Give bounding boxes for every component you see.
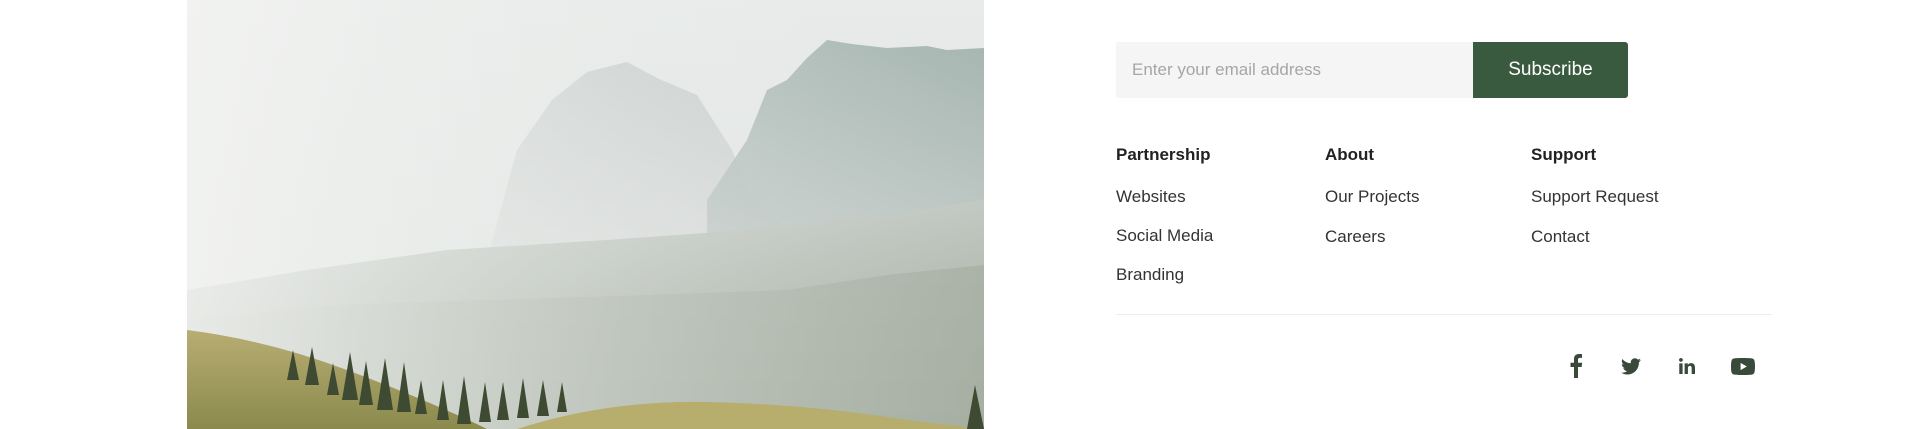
link-contact[interactable]: Contact	[1531, 227, 1590, 246]
social-links	[1560, 350, 1780, 382]
footer-column-support: Support Support Request Contact	[1531, 145, 1659, 267]
list-item: Careers	[1325, 227, 1419, 247]
facebook-icon[interactable]	[1560, 350, 1592, 382]
link-our-projects[interactable]: Our Projects	[1325, 187, 1419, 206]
column-title: Partnership	[1116, 145, 1211, 164]
link-branding[interactable]: Branding	[1116, 265, 1184, 284]
footer-divider	[1116, 314, 1772, 315]
list-item: Branding	[1116, 265, 1213, 285]
link-websites[interactable]: Websites	[1116, 187, 1186, 206]
email-input[interactable]	[1116, 42, 1473, 98]
youtube-icon[interactable]	[1727, 350, 1759, 382]
column-title: About	[1325, 145, 1375, 164]
column-title: Support	[1531, 145, 1597, 164]
mountain-landscape-image	[187, 0, 984, 429]
list-item: Websites	[1116, 187, 1213, 207]
list-item: Our Projects	[1325, 187, 1419, 207]
link-social-media[interactable]: Social Media	[1116, 226, 1213, 245]
list-item: Contact	[1531, 227, 1659, 247]
list-item: Support Request	[1531, 187, 1659, 207]
link-support-request[interactable]: Support Request	[1531, 187, 1659, 206]
list-item: Social Media	[1116, 226, 1213, 246]
footer-column-about: About Our Projects Careers	[1325, 145, 1419, 267]
link-careers[interactable]: Careers	[1325, 227, 1385, 246]
footer-column-partnership: Partnership Websites Social Media Brandi…	[1116, 145, 1213, 304]
linkedin-icon[interactable]	[1671, 350, 1703, 382]
newsletter-form: Subscribe	[1116, 42, 1628, 98]
subscribe-button[interactable]: Subscribe	[1473, 42, 1628, 98]
twitter-icon[interactable]	[1615, 350, 1647, 382]
